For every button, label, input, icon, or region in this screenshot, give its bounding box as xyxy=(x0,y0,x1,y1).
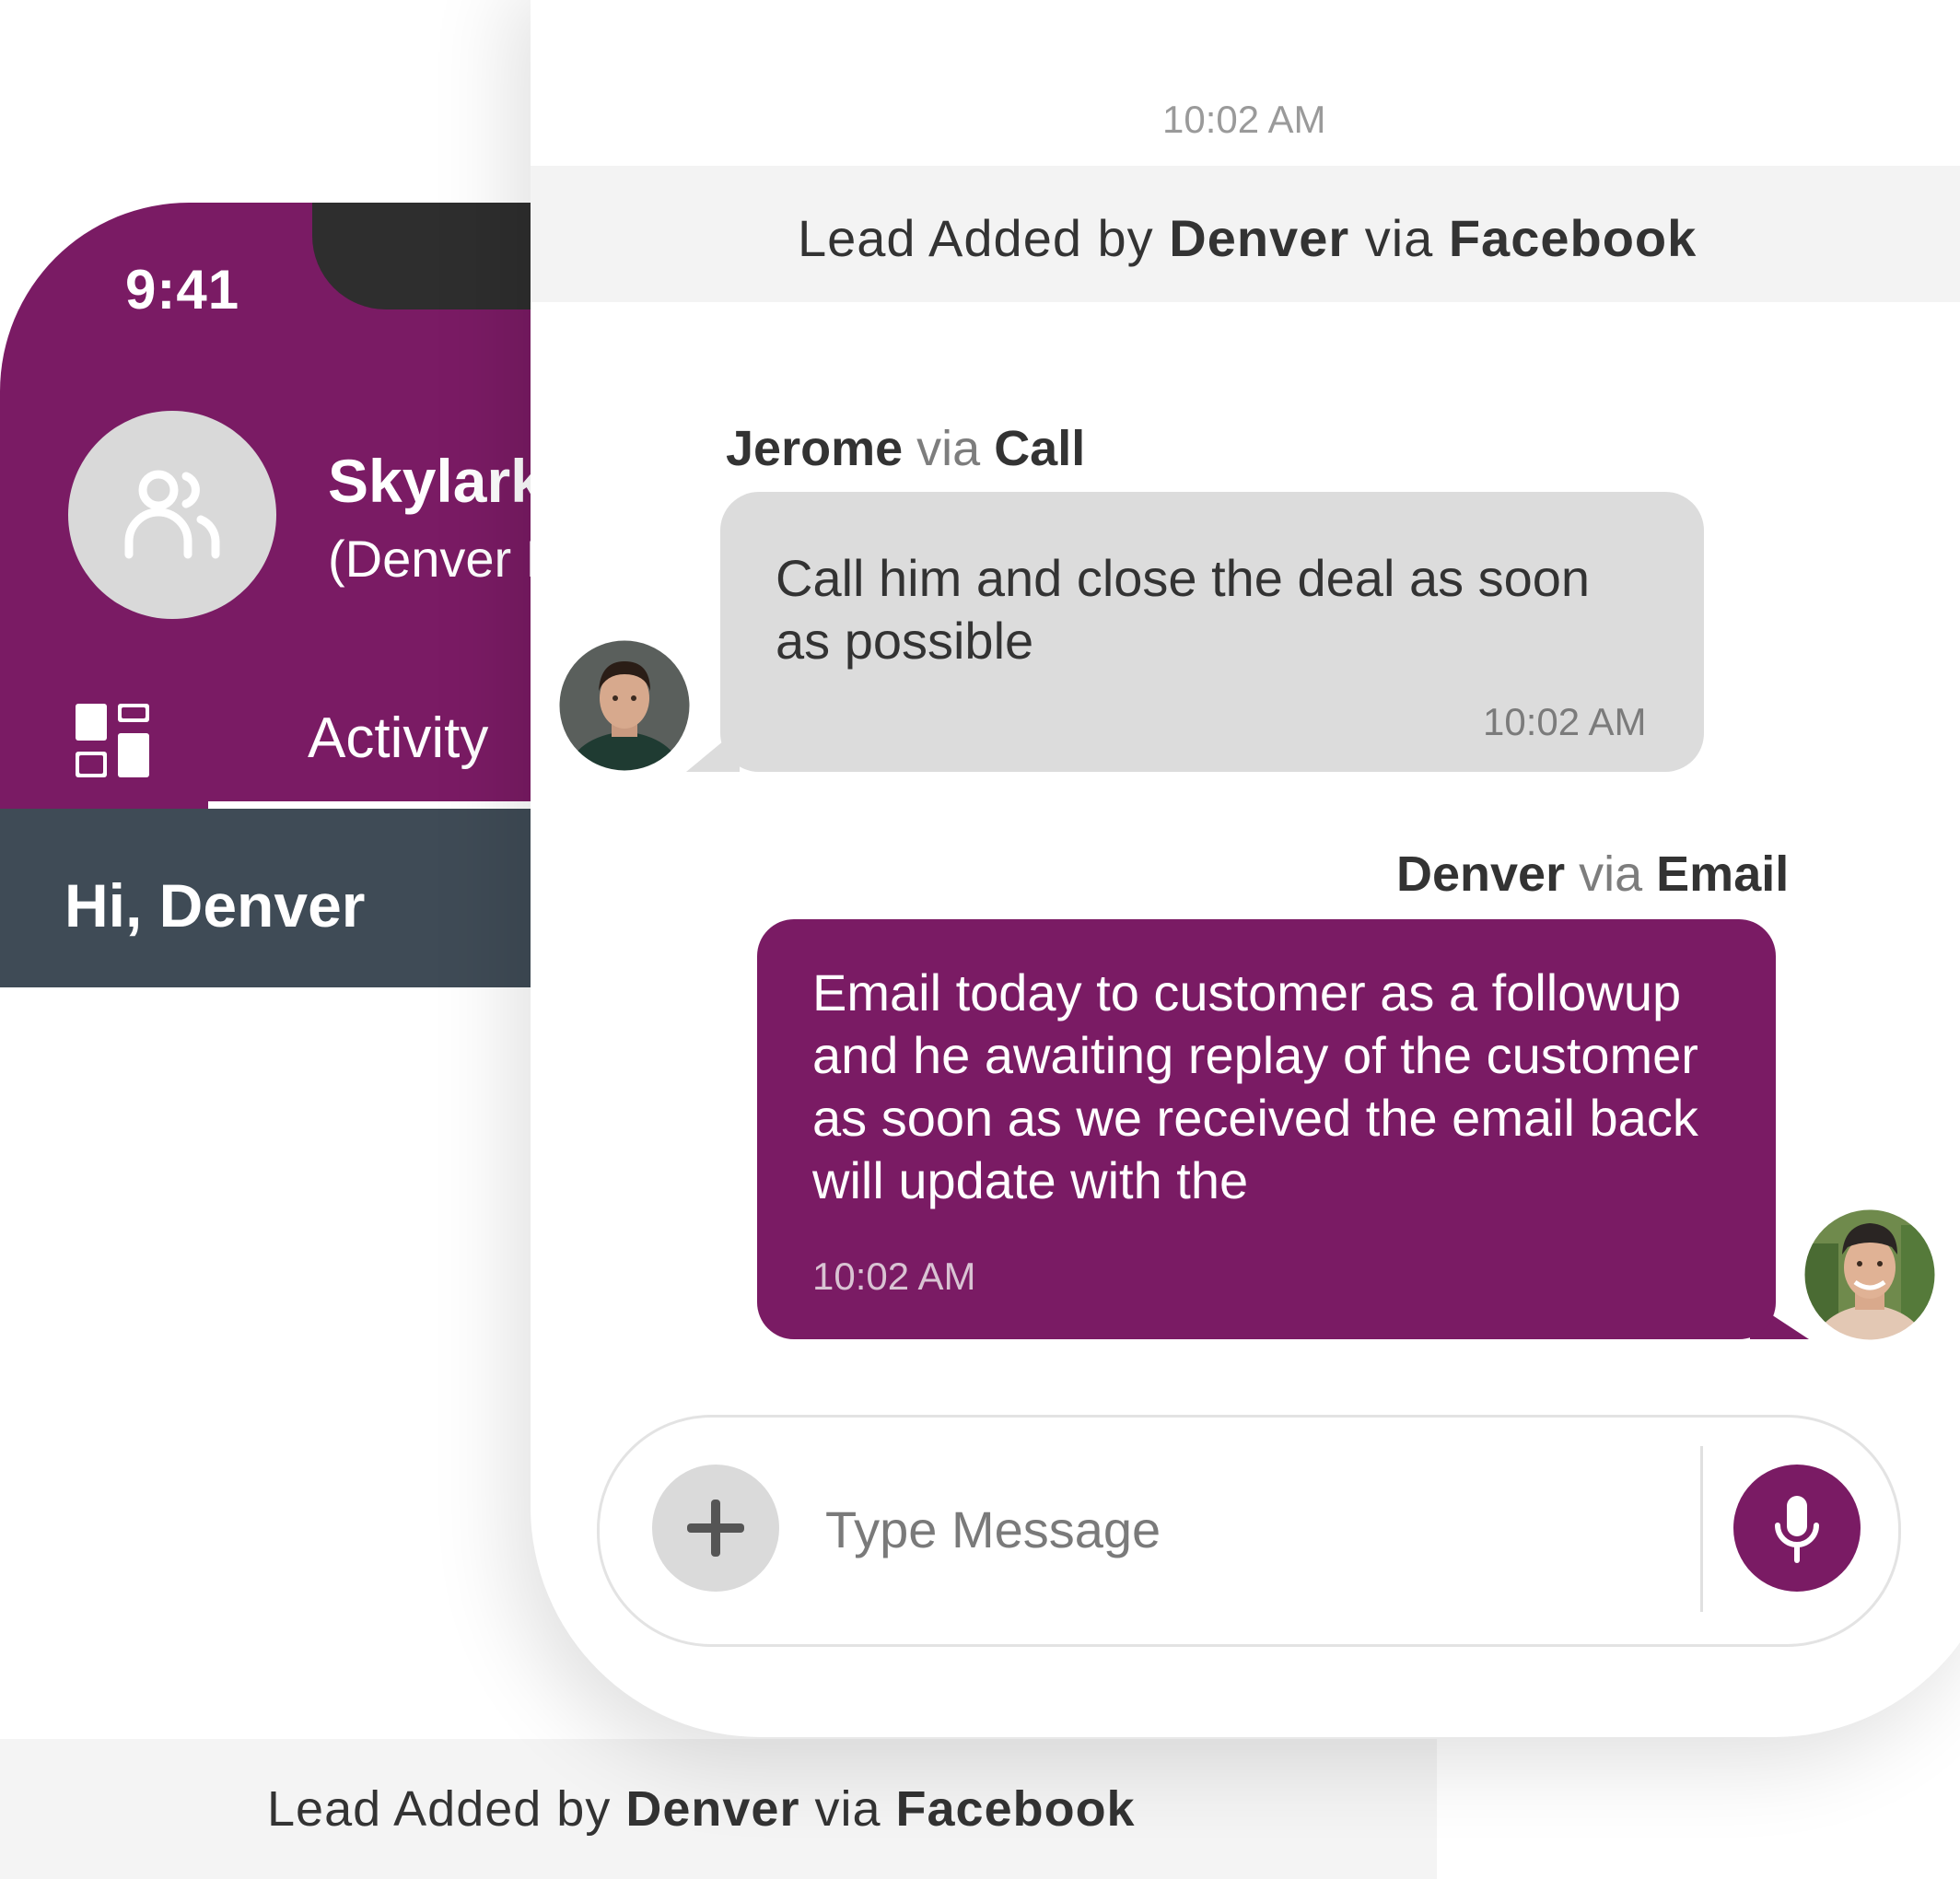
message-input[interactable] xyxy=(825,1492,1673,1566)
dashboard-icon[interactable] xyxy=(76,704,149,777)
jerome-avatar[interactable] xyxy=(556,637,693,774)
sender-name: Jerome xyxy=(726,421,904,476)
lead-via: via xyxy=(1364,209,1434,267)
sender-via: via xyxy=(1579,846,1643,902)
plus-icon xyxy=(687,1500,744,1557)
tab-activity[interactable]: Activity xyxy=(308,706,488,771)
microphone-icon xyxy=(1775,1496,1819,1563)
sender-name: Denver xyxy=(1396,846,1566,902)
status-bar-time: 9:41 xyxy=(125,259,240,321)
add-attachment-button[interactable] xyxy=(652,1465,779,1592)
incoming-message-text: Call him and close the deal as soon as p… xyxy=(776,549,1591,670)
incoming-message-time: 10:02 AM xyxy=(1483,700,1647,743)
message-sender-jerome: Jerome via Call xyxy=(726,420,1085,477)
contact-subtitle: (Denver D xyxy=(328,530,564,588)
lead-source: Facebook xyxy=(1448,209,1698,267)
banner-actor: Denver xyxy=(625,1781,800,1837)
timeline-timestamp: 10:02 AM xyxy=(1162,98,1326,141)
bottom-lead-banner-text: Lead Added by Denver via Facebook xyxy=(267,1780,1136,1838)
voice-message-button[interactable] xyxy=(1733,1465,1861,1592)
contact-avatar[interactable] xyxy=(68,411,276,619)
outgoing-message-text: Email today to customer as a followup an… xyxy=(812,963,1698,1209)
banner-source: Facebook xyxy=(895,1781,1136,1837)
outgoing-message-time: 10:02 AM xyxy=(812,1255,976,1298)
greeting-text: Hi, Denver xyxy=(64,871,366,940)
sender-via: via xyxy=(916,421,981,476)
message-sender-denver: Denver via Email xyxy=(1396,846,1789,903)
denver-avatar[interactable] xyxy=(1802,1207,1938,1343)
lead-prefix: Lead Added by xyxy=(798,209,1154,267)
banner-prefix: Lead Added by xyxy=(267,1781,612,1837)
lead-added-banner-text: Lead Added by Denver via Facebook xyxy=(798,208,1697,268)
group-user-icon xyxy=(124,470,220,559)
lead-actor: Denver xyxy=(1169,209,1350,267)
sender-channel: Call xyxy=(994,421,1086,476)
sender-channel: Email xyxy=(1656,846,1790,902)
composer-divider xyxy=(1700,1446,1703,1612)
banner-via: via xyxy=(814,1781,881,1837)
contact-name: Skylark xyxy=(328,447,544,515)
